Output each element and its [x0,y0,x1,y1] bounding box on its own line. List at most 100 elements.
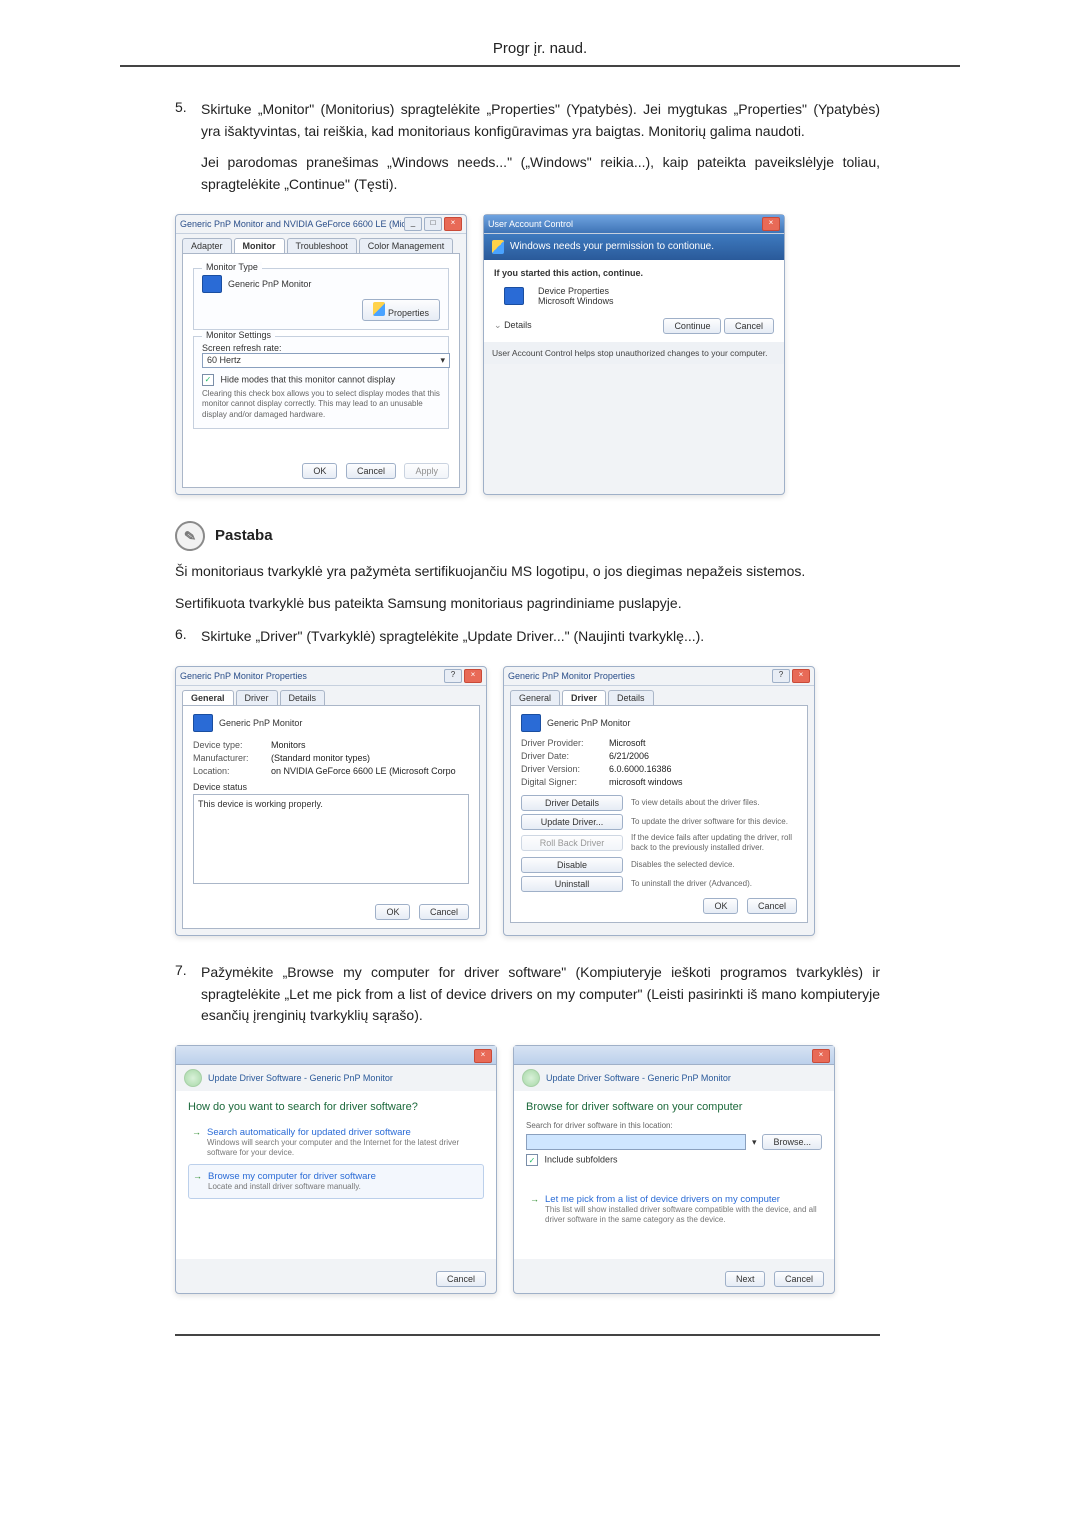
option-title: Search automatically for updated driver … [207,1127,480,1138]
step-number: 5. [175,99,201,115]
option-desc: This list will show installed driver sof… [545,1205,818,1225]
hide-modes-desc: Clearing this check box allows you to se… [202,389,440,420]
cancel-button[interactable]: Cancel [747,898,797,914]
wizard-browse: × Update Driver Software - Generic PnP M… [513,1045,835,1294]
dialog-monitor-properties: Generic PnP Monitor and NVIDIA GeForce 6… [175,214,467,495]
device-status-box: This device is working properly. [193,794,469,884]
tab-driver[interactable]: Driver [236,690,278,705]
option-title: Let me pick from a list of device driver… [545,1194,818,1205]
update-driver-button[interactable]: Update Driver... [521,814,623,830]
next-button[interactable]: Next [725,1271,766,1287]
browse-button[interactable]: Browse... [762,1134,822,1150]
cancel-button[interactable]: Cancel [419,904,469,920]
option-title: Browse my computer for driver software [208,1171,376,1182]
wizard-heading: Browse for driver software on your compu… [526,1101,822,1113]
step-text: Skirtuke „Monitor" (Monitorius) spragtel… [201,99,880,142]
dialog-title: Generic PnP Monitor Properties [180,671,307,681]
disable-button[interactable]: Disable [521,857,623,873]
close-icon[interactable]: × [464,669,482,683]
hide-modes-checkbox[interactable]: ✓ [202,374,214,386]
location-value: on NVIDIA GeForce 6600 LE (Microsoft Cor… [271,766,456,776]
tab-adapter[interactable]: Adapter [182,238,232,253]
close-icon[interactable]: × [762,217,780,231]
minimize-icon[interactable]: _ [404,217,422,231]
driver-version-value: 6.0.6000.16386 [609,764,672,774]
uac-headline: Windows needs your permission to contion… [510,241,714,252]
location-label: Search for driver software in this locat… [526,1121,822,1131]
option-desc: Locate and install driver software manua… [208,1182,376,1192]
tab-general[interactable]: General [182,690,234,705]
close-icon[interactable]: × [812,1049,830,1063]
uac-item-publisher: Microsoft Windows [538,296,614,306]
wizard-breadcrumb: Update Driver Software - Generic PnP Mon… [208,1073,393,1083]
uac-footer: User Account Control helps stop unauthor… [484,342,784,364]
driver-details-desc: To view details about the driver files. [631,798,797,808]
close-icon[interactable]: × [474,1049,492,1063]
ok-button[interactable]: OK [302,463,337,479]
continue-button[interactable]: Continue [663,318,721,334]
expand-icon[interactable]: ⌄ [494,320,502,330]
refresh-rate-value: 60 Hertz [207,355,241,366]
properties-button[interactable]: Properties [362,299,440,321]
option-search-auto[interactable]: → Search automatically for updated drive… [188,1121,484,1164]
cancel-button[interactable]: Cancel [724,318,774,334]
signer-label: Digital Signer: [521,777,601,787]
chevron-down-icon[interactable]: ▾ [752,1137,757,1148]
ok-button[interactable]: OK [375,904,410,920]
tab-troubleshoot[interactable]: Troubleshoot [287,238,357,253]
device-status-value: This device is working properly. [198,799,323,809]
cancel-button[interactable]: Cancel [774,1271,824,1287]
page-header: Progr įr. naud. [120,40,960,67]
cancel-button[interactable]: Cancel [346,463,396,479]
details-link[interactable]: Details [504,320,532,330]
chevron-down-icon: ▾ [440,355,445,366]
group-monitor-settings: Monitor Settings [202,330,275,340]
note-icon: ✎ [173,519,207,553]
driver-details-button[interactable]: Driver Details [521,795,623,811]
back-icon[interactable] [184,1069,202,1087]
cancel-button[interactable]: Cancel [436,1271,486,1287]
uninstall-desc: To uninstall the driver (Advanced). [631,879,797,889]
arrow-icon: → [193,1171,202,1192]
rollback-button[interactable]: Roll Back Driver [521,835,623,851]
provider-value: Microsoft [609,738,646,748]
device-type-label: Device type: [193,740,263,750]
tab-monitor[interactable]: Monitor [234,238,285,253]
tab-driver[interactable]: Driver [562,690,606,705]
refresh-rate-select[interactable]: 60 Hertz ▾ [202,353,450,368]
arrow-icon: → [192,1127,201,1158]
option-pick-from-list[interactable]: → Let me pick from a list of device driv… [526,1188,822,1231]
help-icon[interactable]: ? [444,669,462,683]
tab-general[interactable]: General [510,690,560,705]
manufacturer-value: (Standard monitor types) [271,753,370,763]
tab-details[interactable]: Details [608,690,654,705]
include-subfolders-checkbox[interactable]: ✓ [526,1154,538,1166]
uninstall-button[interactable]: Uninstall [521,876,623,892]
provider-label: Driver Provider: [521,738,601,748]
back-icon[interactable] [522,1069,540,1087]
dialog-props-driver: Generic PnP Monitor Properties ? × Gener… [503,666,815,936]
note-title: Pastaba [215,527,273,544]
shield-icon [373,302,385,316]
note-p2: Sertifikuota tvarkyklė bus pateikta Sams… [175,593,880,615]
monitor-icon [202,275,222,293]
ok-button[interactable]: OK [703,898,738,914]
signer-value: microsoft windows [609,777,683,787]
close-icon[interactable]: × [444,217,462,231]
monitor-type-value: Generic PnP Monitor [228,279,311,289]
update-driver-desc: To update the driver software for this d… [631,817,797,827]
option-browse-computer[interactable]: → Browse my computer for driver software… [188,1164,484,1199]
step-number: 6. [175,626,201,642]
close-icon[interactable]: × [792,669,810,683]
help-icon[interactable]: ? [772,669,790,683]
tab-details[interactable]: Details [280,690,326,705]
maximize-icon[interactable]: □ [424,217,442,231]
location-input[interactable] [526,1134,746,1150]
wizard-heading: How do you want to search for driver sof… [188,1101,484,1113]
wizard-search-method: × Update Driver Software - Generic PnP M… [175,1045,497,1294]
apply-button[interactable]: Apply [404,463,449,479]
step-5: 5. Skirtuke „Monitor" (Monitorius) sprag… [175,99,880,142]
tab-color-management[interactable]: Color Management [359,238,454,253]
uac-started-text: If you started this action, continue. [494,268,774,278]
monitor-icon [193,714,213,732]
